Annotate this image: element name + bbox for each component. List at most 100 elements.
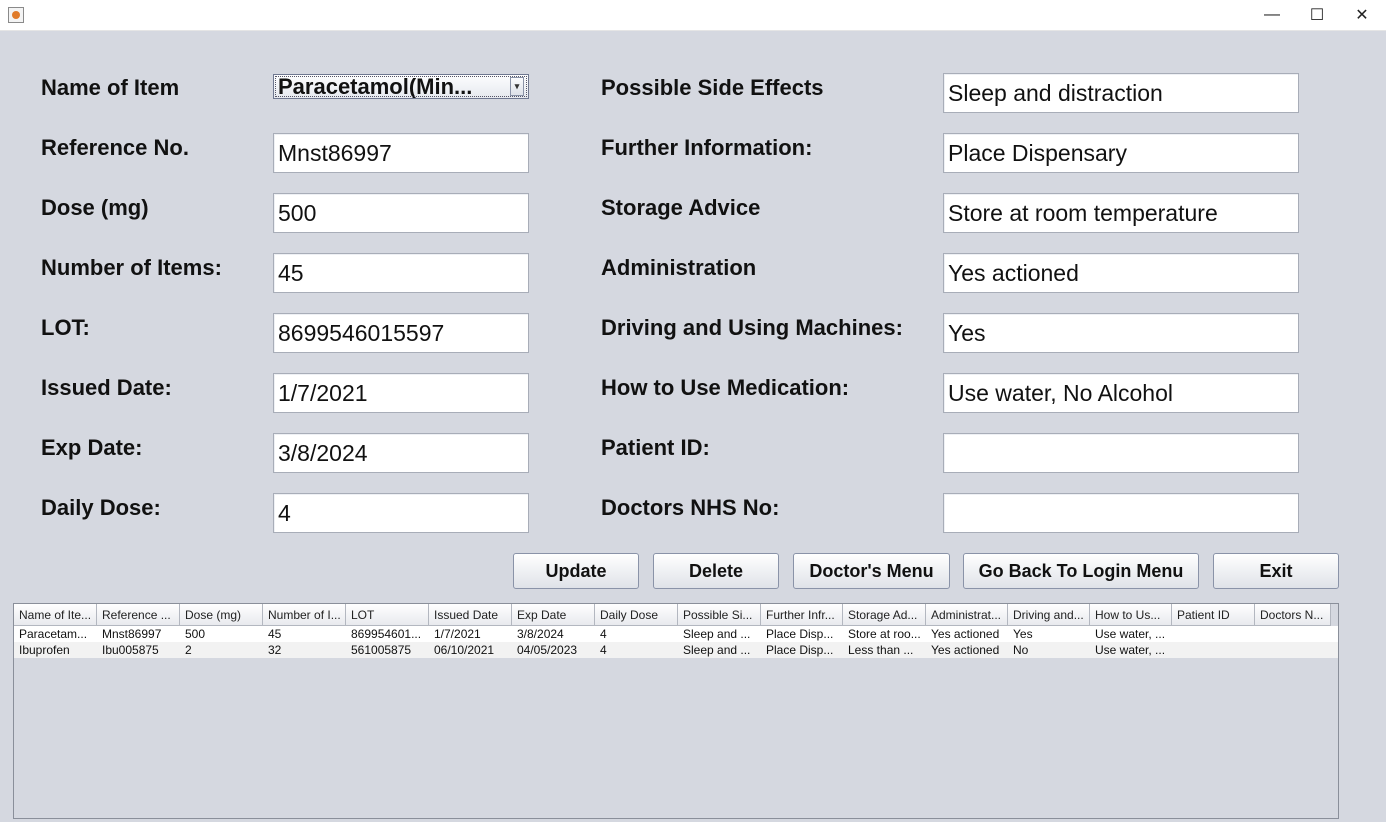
doctors-menu-button[interactable]: Doctor's Menu [793, 553, 950, 589]
maximize-button[interactable]: ☐ [1294, 0, 1340, 30]
maximize-icon: ☐ [1309, 7, 1325, 24]
column-header[interactable]: Number of I... [263, 604, 346, 626]
table-cell: Place Disp... [766, 627, 834, 641]
table-cell: 06/10/2021 [434, 643, 495, 657]
administration-input[interactable]: Yes actioned [943, 253, 1299, 293]
table-row[interactable]: Paracetam... Mnst86997 500 45 869954601... 1/… [14, 626, 1338, 642]
table-cell: 561005875 [351, 643, 412, 657]
medication-table[interactable]: Name of Ite... Reference ... Dose (mg) Numb… [13, 603, 1339, 819]
delete-button[interactable]: Delete [653, 553, 779, 589]
table-cell: No [1013, 643, 1029, 657]
table-cell: Yes actioned [931, 627, 1000, 641]
how-to-use-label: How to Use Medication: [601, 375, 850, 400]
table-cell: 04/05/2023 [517, 643, 578, 657]
column-header[interactable]: Possible Si... [678, 604, 761, 626]
close-icon: ✕ [1355, 7, 1369, 24]
table-cell: Use water, ... [1095, 643, 1166, 657]
java-app-icon [8, 7, 24, 23]
further-info-input[interactable]: Place Dispensary [943, 133, 1299, 173]
column-header[interactable]: Further Infr... [761, 604, 843, 626]
number-of-items-input[interactable]: 45 [273, 253, 529, 293]
column-header[interactable]: Issued Date [429, 604, 512, 626]
column-header[interactable]: Driving and... [1008, 604, 1090, 626]
table-cell [1255, 626, 1331, 642]
minimize-button[interactable]: — [1249, 0, 1295, 30]
close-button[interactable]: ✕ [1339, 0, 1385, 30]
issued-date-label: Issued Date: [41, 375, 172, 400]
how-to-use-input[interactable]: Use water, No Alcohol [943, 373, 1299, 413]
table-body: Paracetam... Mnst86997 500 45 869954601... 1/… [14, 626, 1338, 658]
side-effects-input[interactable]: Sleep and distraction [943, 73, 1299, 113]
exp-date-input[interactable]: 3/8/2024 [273, 433, 529, 473]
daily-dose-label: Daily Dose: [41, 495, 161, 520]
minimize-icon: — [1264, 6, 1280, 23]
table-cell: Use water, ... [1095, 627, 1166, 641]
driving-input[interactable]: Yes [943, 313, 1299, 353]
reference-no-input[interactable]: Mnst86997 [273, 133, 529, 173]
table-cell: Mnst86997 [102, 627, 162, 641]
table-cell: 45 [268, 627, 282, 641]
issued-date-input[interactable]: 1/7/2021 [273, 373, 529, 413]
column-header[interactable]: Daily Dose [595, 604, 678, 626]
side-effects-label: Possible Side Effects [601, 75, 824, 100]
table-cell [1172, 626, 1255, 642]
storage-advice-label: Storage Advice [601, 195, 761, 220]
exp-date-label: Exp Date: [41, 435, 143, 460]
name-of-item-value: Paracetamol(Min... [278, 74, 473, 99]
table-cell: Less than ... [848, 643, 914, 657]
column-header[interactable]: Dose (mg) [180, 604, 263, 626]
administration-label: Administration [601, 255, 757, 280]
table-cell: Yes actioned [931, 643, 1000, 657]
table-cell [1255, 642, 1331, 658]
storage-advice-input[interactable]: Store at room temperature [943, 193, 1299, 233]
chevron-down-icon[interactable]: ▾ [510, 77, 524, 96]
reference-no-label: Reference No. [41, 135, 189, 160]
further-info-label: Further Information: [601, 135, 813, 160]
column-header[interactable]: Doctors N... [1255, 604, 1331, 626]
column-header[interactable]: Reference ... [97, 604, 180, 626]
table-cell: 500 [185, 627, 206, 641]
table-cell: Sleep and ... [683, 627, 751, 641]
lot-label: LOT: [41, 315, 90, 340]
name-of-item-label: Name of Item [41, 75, 180, 100]
column-header[interactable]: Patient ID [1172, 604, 1255, 626]
patient-id-input[interactable] [943, 433, 1299, 473]
table-cell: Place Disp... [766, 643, 834, 657]
title-bar: — ☐ ✕ [0, 0, 1386, 31]
back-to-login-button[interactable]: Go Back To Login Menu [963, 553, 1199, 589]
driving-label: Driving and Using Machines: [601, 315, 903, 340]
lot-input[interactable]: 8699546015597 [273, 313, 529, 353]
table-cell: Ibu005875 [102, 643, 159, 657]
column-header[interactable]: LOT [346, 604, 429, 626]
table-cell: Yes [1013, 627, 1033, 641]
column-header[interactable]: Storage Ad... [843, 604, 926, 626]
table-cell: Paracetam... [19, 627, 88, 641]
update-button[interactable]: Update [513, 553, 639, 589]
table-cell: 3/8/2024 [517, 627, 564, 641]
column-header[interactable]: Exp Date [512, 604, 595, 626]
name-of-item-combo[interactable]: Paracetamol(Min... ▾ [273, 74, 529, 99]
number-of-items-label: Number of Items: [41, 255, 222, 280]
table-cell: 32 [268, 643, 282, 657]
column-header[interactable]: Administrat... [926, 604, 1008, 626]
doctors-nhs-label: Doctors NHS No: [601, 495, 780, 520]
table-cell: 869954601... [351, 627, 422, 641]
table-cell: Store at roo... [848, 627, 921, 641]
table-cell: 2 [185, 643, 192, 657]
table-cell [1172, 642, 1255, 658]
column-header[interactable]: Name of Ite... [14, 604, 97, 626]
table-row[interactable]: Ibuprofen Ibu005875 2 32 561005875 06/10/2021… [14, 642, 1338, 658]
table-cell: 4 [600, 627, 607, 641]
table-cell: Ibuprofen [19, 643, 70, 657]
table-cell: 1/7/2021 [434, 627, 481, 641]
table-cell: 4 [600, 643, 607, 657]
dose-input[interactable]: 500 [273, 193, 529, 233]
exit-button[interactable]: Exit [1213, 553, 1339, 589]
doctors-nhs-input[interactable] [943, 493, 1299, 533]
patient-id-label: Patient ID: [601, 435, 710, 460]
daily-dose-input[interactable]: 4 [273, 493, 529, 533]
table-cell: Sleep and ... [683, 643, 751, 657]
column-header[interactable]: How to Us... [1090, 604, 1172, 626]
table-header: Name of Ite... Reference ... Dose (mg) Numb… [14, 604, 1338, 626]
dose-label: Dose (mg) [41, 195, 149, 220]
